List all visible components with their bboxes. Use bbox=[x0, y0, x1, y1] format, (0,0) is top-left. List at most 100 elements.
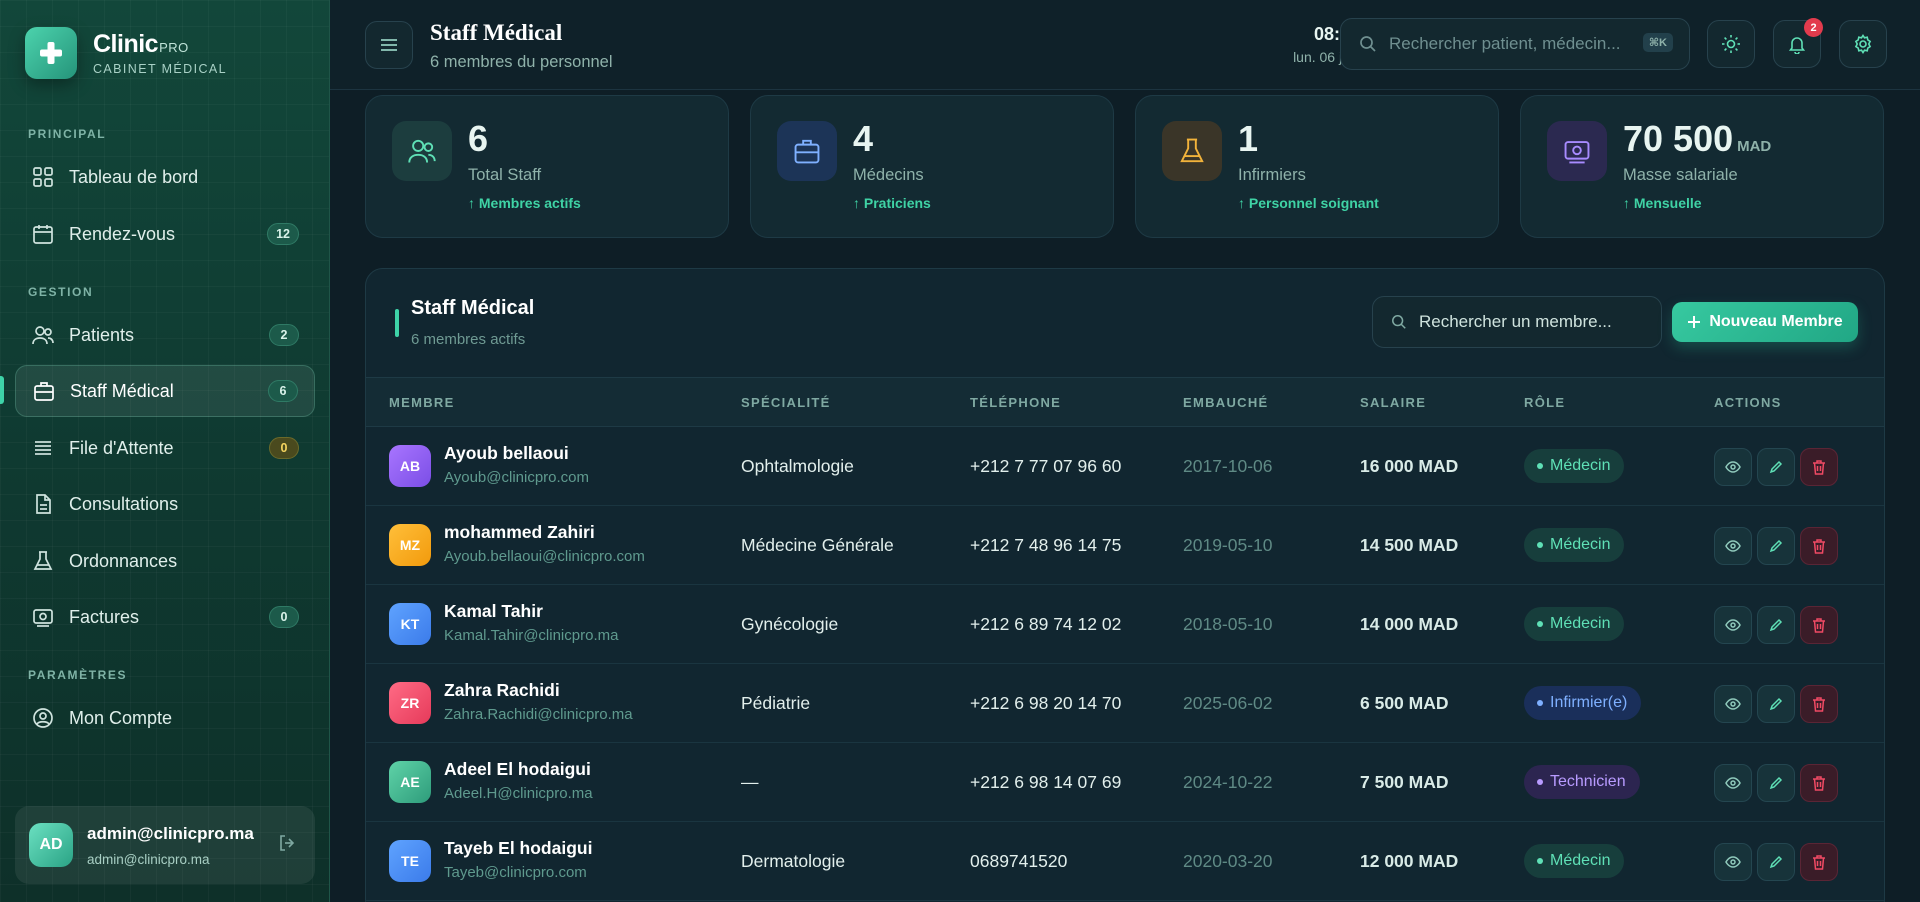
column-header[interactable]: EMBAUCHÉ bbox=[1183, 395, 1269, 410]
user-card[interactable]: AD admin@clinicpro.ma admin@clinicpro.ma bbox=[15, 806, 315, 884]
salary: 6 500 MAD bbox=[1360, 693, 1449, 713]
brand[interactable]: ClinicPRO CABINET MÉDICAL bbox=[25, 27, 227, 79]
member-email: Zahra.Rachidi@clinicpro.ma bbox=[444, 706, 633, 723]
delete-button[interactable] bbox=[1800, 843, 1838, 881]
money-icon bbox=[31, 605, 55, 629]
edit-button[interactable] bbox=[1757, 764, 1795, 802]
sidebar-item-label: Factures bbox=[69, 606, 140, 627]
sidebar-item-patients[interactable]: Patients 2 bbox=[15, 309, 315, 361]
new-member-button[interactable]: Nouveau Membre bbox=[1672, 302, 1858, 342]
page-subtitle: 6 membres du personnel bbox=[430, 53, 613, 71]
view-button[interactable] bbox=[1714, 685, 1752, 723]
stat-trend: ↑ Mensuelle bbox=[1623, 195, 1702, 211]
edit-button[interactable] bbox=[1757, 843, 1795, 881]
phone: +212 6 98 14 07 69 bbox=[970, 772, 1122, 792]
theme-toggle-button[interactable] bbox=[1707, 20, 1755, 68]
delete-button[interactable] bbox=[1800, 448, 1838, 486]
sidebar-item-consultations[interactable]: Consultations bbox=[15, 478, 315, 530]
table-row[interactable]: KT Kamal Tahir Kamal.Tahir@clinicpro.ma … bbox=[366, 585, 1884, 664]
stat-label: Médecins bbox=[853, 166, 924, 184]
specialty: Médecine Générale bbox=[741, 535, 894, 555]
sidebar-item-label: Staff Médical bbox=[70, 380, 174, 401]
column-header[interactable]: SPÉCIALITÉ bbox=[741, 395, 831, 410]
member-search-input[interactable]: Rechercher un membre... bbox=[1372, 296, 1662, 348]
delete-button[interactable] bbox=[1800, 606, 1838, 644]
title-accent-bar bbox=[395, 309, 399, 337]
trash-icon bbox=[1813, 696, 1825, 712]
table-row[interactable]: TE Tayeb El hodaigui Tayeb@clinicpro.com… bbox=[366, 822, 1884, 901]
sidebar-item-staff[interactable]: Staff Médical 6 bbox=[15, 365, 315, 417]
avatar: KT bbox=[389, 603, 431, 645]
role-badge: Médecin bbox=[1524, 844, 1625, 878]
shortcut-hint: ⌘K bbox=[1642, 33, 1673, 52]
money-icon bbox=[1547, 121, 1607, 181]
table-row[interactable]: ZR Zahra Rachidi Zahra.Rachidi@clinicpro… bbox=[366, 664, 1884, 743]
pencil-icon bbox=[1769, 697, 1783, 711]
hire-date: 2020-03-20 bbox=[1183, 851, 1273, 871]
member-name: Tayeb El hodaigui bbox=[444, 838, 593, 858]
table-row[interactable]: AB Ayoub bellaoui Ayoub@clinicpro.com Op… bbox=[366, 427, 1884, 506]
delete-button[interactable] bbox=[1800, 685, 1838, 723]
delete-button[interactable] bbox=[1800, 527, 1838, 565]
delete-button[interactable] bbox=[1800, 764, 1838, 802]
trash-icon bbox=[1813, 617, 1825, 633]
role-badge: Technicien bbox=[1524, 765, 1640, 799]
member-email: Adeel.H@clinicpro.ma bbox=[444, 785, 593, 802]
table-row[interactable]: AE Adeel El hodaigui Adeel.H@clinicpro.m… bbox=[366, 743, 1884, 822]
clock-date: lun. 06 juil. bbox=[1293, 49, 1360, 65]
stat-card-payroll: 70 500 MAD Masse salariale ↑ Mensuelle bbox=[1520, 95, 1884, 238]
member-email: Tayeb@clinicpro.com bbox=[444, 864, 587, 881]
edit-button[interactable] bbox=[1757, 527, 1795, 565]
logout-icon[interactable] bbox=[277, 833, 297, 858]
column-header[interactable]: SALAIRE bbox=[1360, 395, 1426, 410]
trash-icon bbox=[1813, 459, 1825, 475]
phone: 0689741520 bbox=[970, 851, 1068, 871]
view-button[interactable] bbox=[1714, 527, 1752, 565]
sidebar-item-invoices[interactable]: Factures 0 bbox=[15, 591, 315, 643]
stat-label: Masse salariale bbox=[1623, 166, 1738, 184]
member-name: Adeel El hodaigui bbox=[444, 759, 591, 779]
specialty: Dermatologie bbox=[741, 851, 846, 871]
eye-icon bbox=[1725, 540, 1741, 552]
gear-icon bbox=[1854, 34, 1872, 54]
view-button[interactable] bbox=[1714, 843, 1752, 881]
plus-icon bbox=[25, 27, 77, 79]
menu-button[interactable] bbox=[365, 21, 413, 69]
eye-icon bbox=[1725, 619, 1741, 631]
edit-button[interactable] bbox=[1757, 606, 1795, 644]
plus-icon bbox=[1688, 316, 1701, 328]
specialty: Ophtalmologie bbox=[741, 456, 854, 476]
sidebar-item-label: Tableau de bord bbox=[69, 166, 199, 187]
count-badge: 2 bbox=[269, 324, 299, 346]
table-row[interactable]: MZ mohammed Zahiri Ayoub.bellaoui@clinic… bbox=[366, 506, 1884, 585]
sidebar-item-appointments[interactable]: Rendez-vous 12 bbox=[15, 208, 315, 260]
pencil-icon bbox=[1769, 460, 1783, 474]
panel-title: Staff Médical bbox=[411, 297, 535, 319]
sun-icon bbox=[1722, 35, 1740, 53]
notifications-button[interactable]: 2 bbox=[1773, 18, 1823, 68]
view-button[interactable] bbox=[1714, 448, 1752, 486]
role-badge: Médecin bbox=[1524, 607, 1625, 641]
specialty: — bbox=[741, 772, 759, 792]
edit-button[interactable] bbox=[1757, 448, 1795, 486]
sidebar-item-account[interactable]: Mon Compte bbox=[15, 692, 315, 744]
view-button[interactable] bbox=[1714, 606, 1752, 644]
edit-button[interactable] bbox=[1757, 685, 1795, 723]
avatar: ZR bbox=[389, 682, 431, 724]
view-button[interactable] bbox=[1714, 764, 1752, 802]
search-icon bbox=[1360, 36, 1376, 52]
sidebar-item-prescriptions[interactable]: Ordonnances bbox=[15, 535, 315, 587]
sidebar-item-queue[interactable]: File d'Attente 0 bbox=[15, 422, 315, 474]
column-header[interactable]: MEMBRE bbox=[389, 395, 455, 410]
global-search-input[interactable]: Rechercher patient, médecin... ⌘K bbox=[1340, 18, 1690, 70]
users-icon bbox=[31, 323, 55, 347]
sidebar-item-dashboard[interactable]: Tableau de bord bbox=[15, 151, 315, 203]
column-header[interactable]: RÔLE bbox=[1524, 395, 1565, 410]
salary: 7 500 MAD bbox=[1360, 772, 1449, 792]
settings-button[interactable] bbox=[1839, 20, 1887, 68]
hire-date: 2019-05-10 bbox=[1183, 535, 1273, 555]
column-header[interactable]: TÉLÉPHONE bbox=[970, 395, 1061, 410]
count-badge: 12 bbox=[267, 223, 299, 245]
stat-value: 4 bbox=[853, 118, 874, 159]
staff-table-panel: Staff Médical 6 membres actifs Recherche… bbox=[365, 268, 1885, 902]
